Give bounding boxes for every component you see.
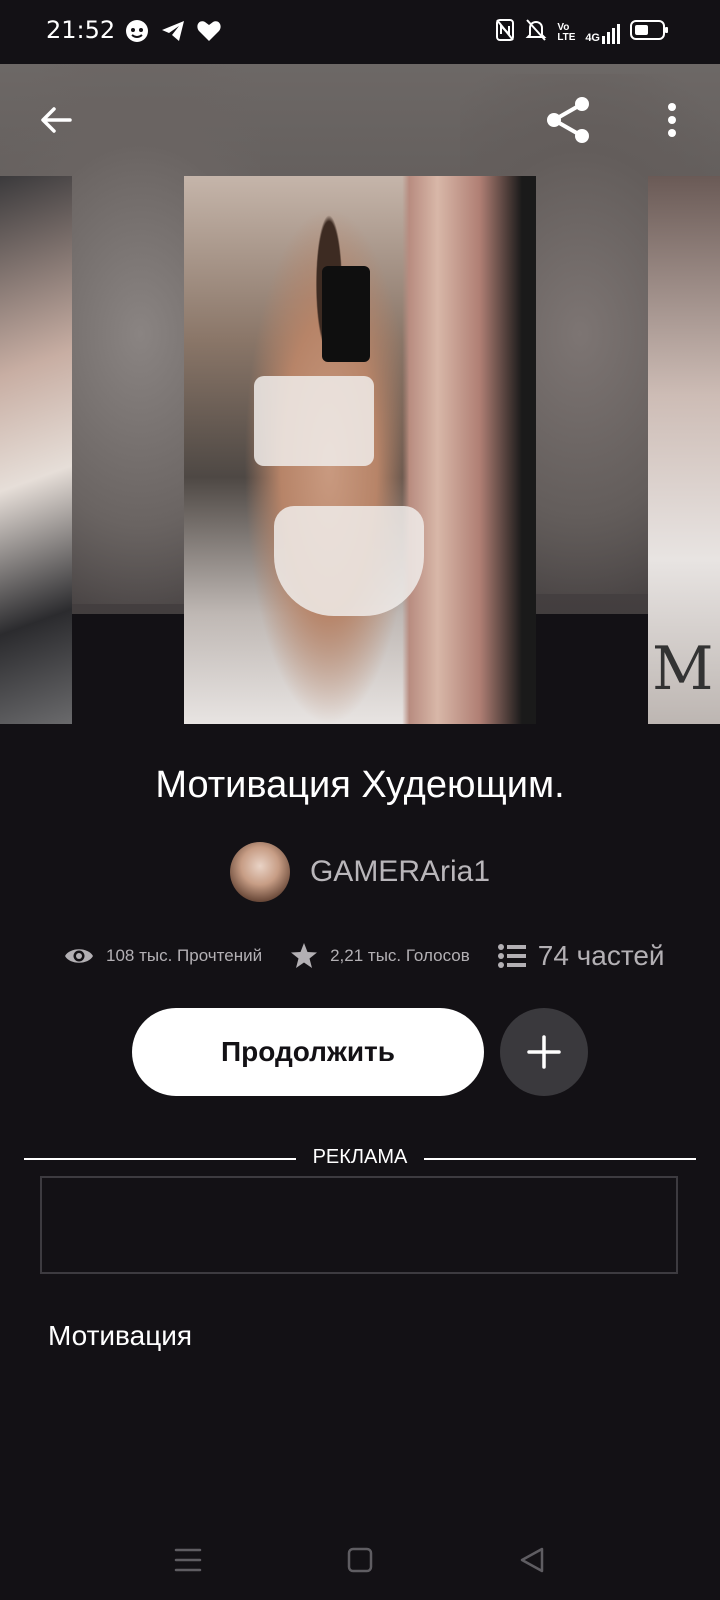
volte-icon: Vo LTE: [557, 21, 576, 43]
votes-count: 2,21 тыс. Голосов: [330, 946, 470, 965]
back-button[interactable]: [28, 92, 84, 148]
recent-apps-button[interactable]: [168, 1540, 208, 1580]
ad-divider-right: [424, 1158, 696, 1160]
add-to-library-button[interactable]: [500, 1008, 588, 1096]
status-right-icons: Vo LTE 4G: [495, 18, 670, 47]
avatar[interactable]: [229, 842, 290, 902]
system-nav-bar: [0, 1520, 720, 1600]
author-row[interactable]: GAMERAria1: [0, 842, 720, 902]
network-label: 4G: [585, 31, 600, 44]
ad-slot[interactable]: [40, 1176, 678, 1274]
star-icon: [291, 943, 318, 968]
votes-stat: 2,21 тыс. Голосов: [290, 942, 470, 970]
continue-button[interactable]: Продолжить: [132, 1008, 484, 1096]
cover-carousel[interactable]: M: [0, 64, 720, 724]
story-title: Мотивация Худеющим.: [155, 764, 565, 806]
share-icon: [547, 97, 589, 143]
status-time: 21:52: [46, 16, 116, 44]
status-bar: 21:52 Vo LTE 4G: [0, 0, 720, 64]
cover-next[interactable]: M: [648, 176, 720, 724]
home-square-icon: [347, 1547, 373, 1573]
nfc-icon: [495, 18, 515, 47]
parts-stat[interactable]: 74 частей: [497, 940, 665, 972]
cover-phone: [322, 266, 370, 362]
heart-icon: [196, 18, 222, 49]
more-options-button[interactable]: [644, 92, 700, 148]
story-stats: 108 тыс. Прочтений 2,21 тыс. Голосов 74 …: [64, 940, 665, 972]
cover-detail-bottom: [274, 506, 424, 616]
bell-off-icon: [525, 18, 547, 47]
home-button[interactable]: [340, 1540, 380, 1580]
signal-4g-icon: 4G: [585, 22, 620, 44]
chat-bubble-icon: [124, 18, 150, 49]
arrow-left-icon: [41, 107, 72, 133]
author-name[interactable]: GAMERAria1: [310, 855, 490, 889]
reads-count: 108 тыс. Прочтений: [106, 946, 263, 965]
cover-current[interactable]: [184, 176, 536, 724]
status-left-icons: [124, 18, 222, 49]
cover-previous[interactable]: [0, 176, 72, 724]
plus-icon: [527, 1035, 561, 1069]
back-triangle-icon: [520, 1547, 544, 1573]
menu-icon: [174, 1548, 202, 1572]
system-back-button[interactable]: [512, 1540, 552, 1580]
telegram-icon: [160, 18, 186, 49]
more-vertical-icon: [668, 103, 676, 137]
cover-detail-top: [254, 376, 374, 466]
share-button[interactable]: [540, 92, 596, 148]
eye-icon: [65, 949, 93, 963]
list-icon: [497, 944, 526, 968]
cover-next-text: M: [652, 634, 714, 704]
story-tag[interactable]: Мотивация: [48, 1320, 192, 1352]
parts-count[interactable]: 74 частей: [538, 940, 665, 972]
battery-icon: [630, 18, 670, 47]
reads-stat: 108 тыс. Прочтений: [64, 945, 262, 967]
